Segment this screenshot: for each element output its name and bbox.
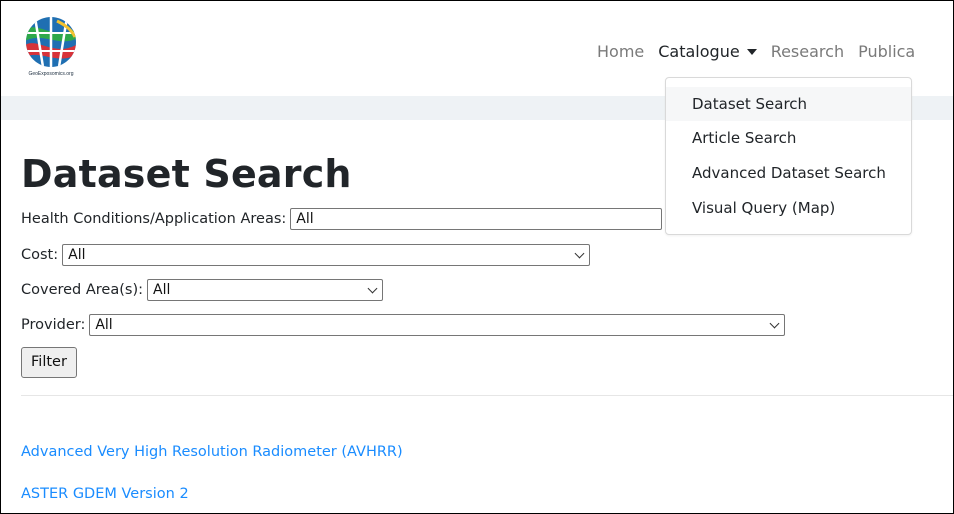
health-select-value: All — [296, 211, 314, 227]
dropdown-item-dataset-search[interactable]: Dataset Search — [666, 87, 911, 121]
area-select-value: All — [153, 282, 171, 298]
nav-home[interactable]: Home — [597, 42, 644, 61]
dropdown-item-advanced-dataset-search[interactable]: Advanced Dataset Search — [666, 156, 911, 190]
filter-button[interactable]: Filter — [21, 347, 77, 378]
area-select[interactable]: All — [147, 279, 383, 301]
page-title: Dataset Search — [21, 152, 352, 196]
provider-select[interactable]: All — [89, 314, 786, 336]
cost-label: Cost: — [21, 247, 59, 263]
page-frame: GeoExposomics.org Home Catalogue Researc… — [0, 0, 954, 514]
filter-row-health: Health Conditions/Application Areas: All — [21, 208, 663, 230]
caret-down-icon — [746, 48, 757, 55]
health-select[interactable]: All — [290, 208, 663, 230]
filter-row-provider: Provider: All — [21, 314, 786, 336]
dataset-link-aster-gdem[interactable]: ASTER GDEM Version 2 — [21, 486, 189, 502]
cost-select-value: All — [68, 247, 86, 263]
nav-catalogue-label: Catalogue — [658, 42, 740, 61]
main-nav: Home Catalogue Research Publica — [597, 42, 929, 61]
globe-logo-icon[interactable] — [21, 15, 81, 69]
health-label: Health Conditions/Application Areas: — [21, 211, 287, 227]
divider — [21, 395, 953, 396]
filter-row-cost: Cost: All — [21, 244, 591, 266]
catalogue-dropdown-menu: Dataset Search Article Search Advanced D… — [665, 77, 912, 235]
nav-catalogue[interactable]: Catalogue — [658, 42, 757, 61]
chevron-down-icon — [574, 248, 585, 259]
dropdown-item-article-search[interactable]: Article Search — [666, 121, 911, 155]
chevron-down-icon — [769, 318, 780, 329]
provider-select-value: All — [95, 317, 113, 333]
provider-label: Provider: — [21, 317, 86, 333]
filter-row-area: Covered Area(s): All — [21, 279, 383, 301]
dropdown-item-visual-query-map[interactable]: Visual Query (Map) — [666, 191, 911, 225]
cost-select[interactable]: All — [62, 244, 591, 266]
nav-publications[interactable]: Publica — [858, 42, 915, 61]
logo-text: GeoExposomics.org — [28, 71, 74, 77]
chevron-down-icon — [367, 283, 378, 294]
dataset-link-avhrr[interactable]: Advanced Very High Resolution Radiometer… — [21, 444, 403, 460]
area-label: Covered Area(s): — [21, 282, 143, 298]
nav-research[interactable]: Research — [771, 42, 844, 61]
